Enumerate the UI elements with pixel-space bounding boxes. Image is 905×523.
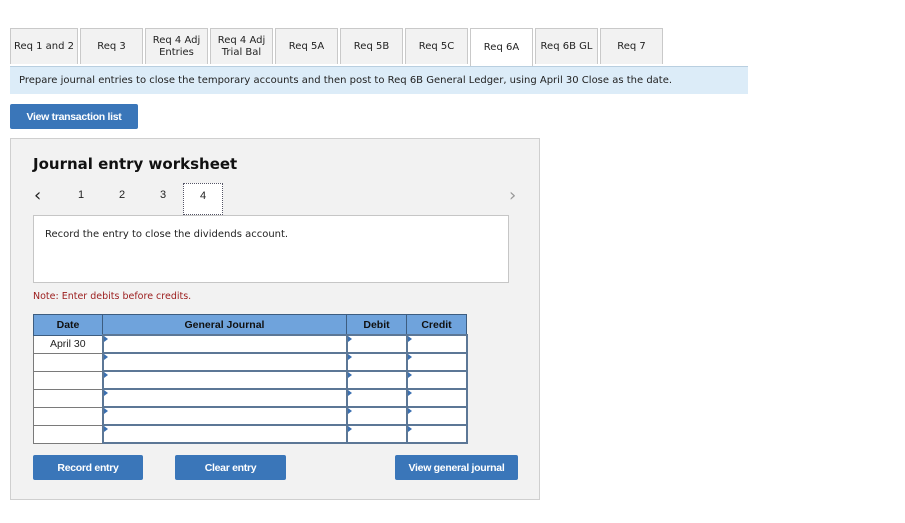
tab-label: Req 4 Adj Entries xyxy=(152,34,201,58)
page-3[interactable]: 3 xyxy=(153,189,173,201)
journal-entry-worksheet-panel: Journal entry worksheet ‹ 1 2 3 4 › Reco… xyxy=(10,138,540,500)
journal-row: April 30 xyxy=(33,334,468,354)
credit-input[interactable] xyxy=(405,388,468,408)
header-credit: Credit xyxy=(406,314,467,336)
journal-table: Date General Journal Debit Credit April … xyxy=(33,314,468,444)
debit-input[interactable] xyxy=(345,352,408,372)
journal-row xyxy=(33,406,468,426)
tab-label: Req 5A xyxy=(288,40,325,52)
instructions-text: Prepare journal entries to close the tem… xyxy=(19,75,673,86)
tab-label: Req 5B xyxy=(353,40,390,52)
tab-label: Req 7 xyxy=(617,40,646,52)
date-cell: April 30 xyxy=(33,334,103,354)
credit-input[interactable] xyxy=(405,334,468,354)
account-input[interactable] xyxy=(101,370,348,390)
header-debit: Debit xyxy=(346,314,407,336)
clear-entry-button[interactable]: Clear entry xyxy=(175,455,286,480)
account-input[interactable] xyxy=(101,388,348,408)
credit-input[interactable] xyxy=(405,370,468,390)
worksheet-title: Journal entry worksheet xyxy=(33,155,238,173)
journal-header-row: Date General Journal Debit Credit xyxy=(33,314,467,336)
journal-row xyxy=(33,424,468,444)
account-input[interactable] xyxy=(101,424,348,444)
tab-req-4-adj-trial-bal[interactable]: Req 4 Adj Trial Bal xyxy=(210,28,273,64)
chevron-left-icon[interactable]: ‹ xyxy=(34,187,41,205)
date-cell xyxy=(33,388,103,408)
entry-description-box: Record the entry to close the dividends … xyxy=(33,215,509,283)
credit-input[interactable] xyxy=(405,352,468,372)
tab-req-5a[interactable]: Req 5A xyxy=(275,28,338,64)
tab-req-3[interactable]: Req 3 xyxy=(80,28,143,64)
tab-req-4-adj-entries[interactable]: Req 4 Adj Entries xyxy=(145,28,208,64)
tab-req-6a[interactable]: Req 6A xyxy=(470,28,533,66)
tab-label: Req 5C xyxy=(418,40,455,52)
page-1[interactable]: 1 xyxy=(71,189,91,201)
instructions-banner: Prepare journal entries to close the tem… xyxy=(10,66,748,94)
debit-input[interactable] xyxy=(345,370,408,390)
debits-note: Note: Enter debits before credits. xyxy=(33,291,192,302)
header-general-journal: General Journal xyxy=(102,314,347,336)
journal-row xyxy=(33,352,468,372)
tab-req-5c[interactable]: Req 5C xyxy=(405,28,468,64)
debit-input[interactable] xyxy=(345,388,408,408)
account-input[interactable] xyxy=(101,352,348,372)
view-transaction-list-button[interactable]: View transaction list xyxy=(10,104,138,129)
tab-label: Req 6A xyxy=(483,41,520,53)
header-date: Date xyxy=(33,314,103,336)
tab-label: Req 4 Adj Trial Bal xyxy=(217,34,266,58)
account-input[interactable] xyxy=(101,334,348,354)
tab-req-6b-gl[interactable]: Req 6B GL xyxy=(535,28,598,64)
date-cell xyxy=(33,406,103,426)
page-4-current[interactable]: 4 xyxy=(183,183,223,215)
entry-description: Record the entry to close the dividends … xyxy=(45,229,289,240)
tab-req-5b[interactable]: Req 5B xyxy=(340,28,403,64)
tab-req-1-and-2[interactable]: Req 1 and 2 xyxy=(10,28,78,64)
debit-input[interactable] xyxy=(345,424,408,444)
date-cell xyxy=(33,424,103,444)
tab-req-7[interactable]: Req 7 xyxy=(600,28,663,64)
tab-label: Req 1 and 2 xyxy=(13,40,75,52)
tab-label: Req 3 xyxy=(97,40,126,52)
account-input[interactable] xyxy=(101,406,348,426)
journal-row xyxy=(33,370,468,390)
journal-row xyxy=(33,388,468,408)
tab-label: Req 6B GL xyxy=(540,40,593,52)
view-general-journal-button[interactable]: View general journal xyxy=(395,455,518,480)
record-entry-button[interactable]: Record entry xyxy=(33,455,143,480)
requirement-tabs: Req 1 and 2 Req 3 Req 4 Adj Entries Req 4… xyxy=(10,28,665,66)
worksheet-pager: ‹ 1 2 3 4 › xyxy=(33,183,523,217)
debit-input[interactable] xyxy=(345,406,408,426)
debit-input[interactable] xyxy=(345,334,408,354)
credit-input[interactable] xyxy=(405,424,468,444)
page-2[interactable]: 2 xyxy=(112,189,132,201)
credit-input[interactable] xyxy=(405,406,468,426)
date-cell xyxy=(33,370,103,390)
date-cell xyxy=(33,352,103,372)
chevron-right-icon[interactable]: › xyxy=(509,187,516,205)
